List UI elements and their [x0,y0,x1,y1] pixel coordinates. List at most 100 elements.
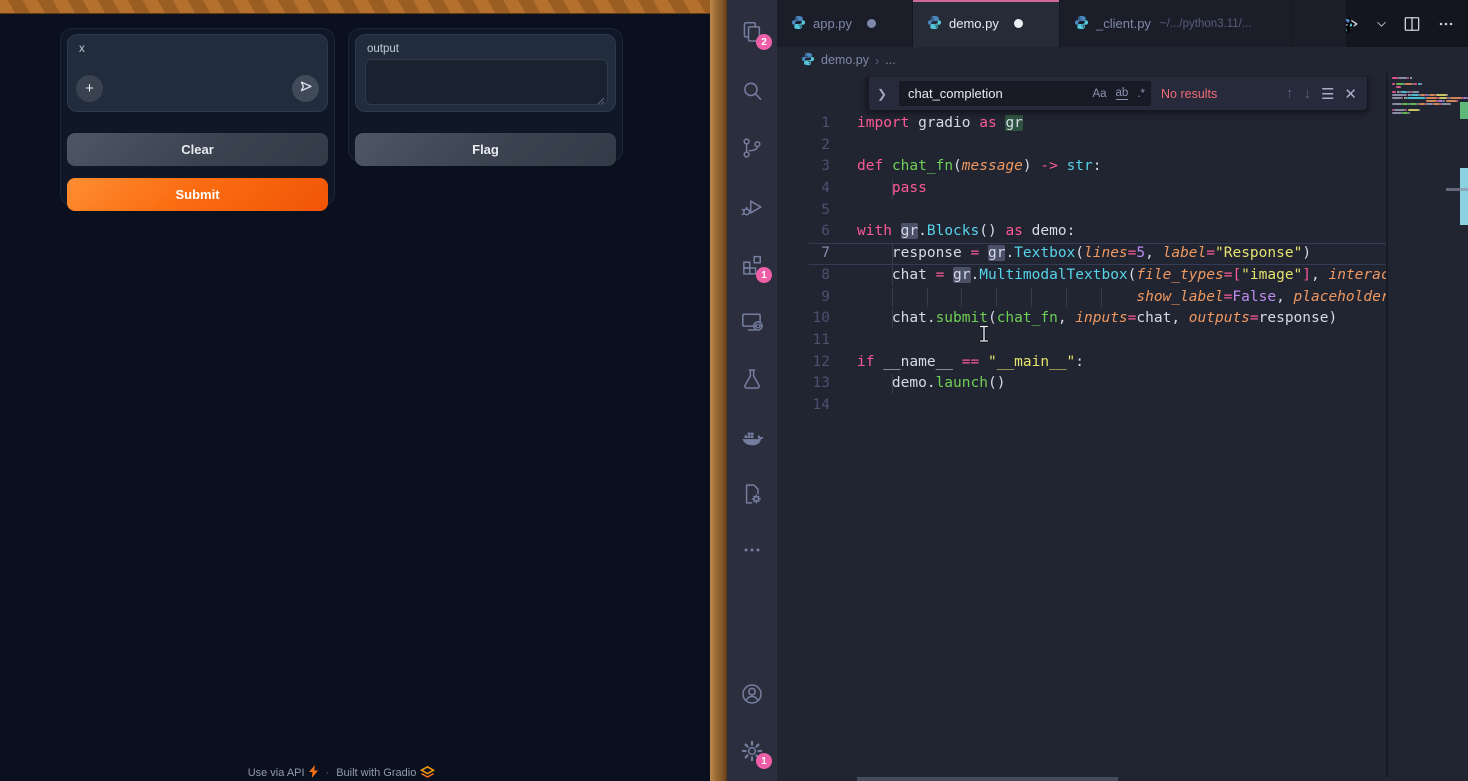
activity-item-search[interactable] [739,78,765,104]
send-button[interactable] [292,75,319,102]
vscode-window: 211 app.py demo.py _client.py~/.../pytho… [727,0,1468,781]
find-input-box: Aa ab .* [899,81,1151,106]
attach-file-button[interactable]: + [76,75,103,102]
previous-match-arrow-icon[interactable]: ↑ [1286,85,1294,102]
input-panel: x + Clear Submit [60,28,335,206]
activity-item-source-control[interactable] [739,135,765,161]
code-line-7: 7 response = gr.Textbox(lines=5, label="… [777,243,1388,265]
code-text: response = gr.Textbox(lines=5, label="Re… [857,243,1311,265]
built-with-gradio-link[interactable]: Built with Gradio [336,766,435,781]
find-in-selection-icon[interactable]: ☰ [1321,85,1334,103]
minimap[interactable] [1390,73,1460,777]
split-editor-button[interactable] [1402,14,1422,34]
line-number: 1 [777,113,830,135]
breadcrumb-file[interactable]: demo.py [821,53,869,67]
overview-ruler [1460,47,1468,781]
output-textarea[interactable] [365,59,608,105]
task-runner-icon [739,481,765,507]
docker-icon [739,424,765,450]
tab-strip: app.py demo.py _client.py~/.../python3.1… [777,0,1292,47]
flag-button[interactable]: Flag [355,133,616,166]
overview-current-line-mark [1446,188,1468,191]
code-line-6: 6with gr.Blocks() as demo: [777,221,1388,243]
run-options-chevron-icon[interactable] [1375,14,1388,34]
activity-item-docker[interactable] [739,424,765,450]
gradio-footer: Use via API · Built with Gradio [60,766,623,780]
code-line-11: 11 [777,330,1388,352]
code-line-8: 8 chat = gr.MultimodalTextbox(file_types… [777,265,1388,287]
code-line-3: 3def chat_fn(message) -> str: [777,156,1388,178]
python-icon [801,52,815,69]
output-label: output [367,43,399,55]
modified-dot-icon[interactable] [1014,19,1023,28]
code-lines: 1import gradio as gr23def chat_fn(messag… [777,113,1388,417]
code-text: import gradio as gr [857,113,1023,135]
code-text: chat = gr.MultimodalTextbox(file_types=[… [857,265,1388,287]
activity-badge: 1 [756,267,772,283]
code-line-10: 10 chat.submit(chat_fn, inputs=chat, out… [777,308,1388,330]
tab-app.py[interactable]: app.py [777,0,913,47]
overview-mark-green [1460,102,1468,119]
mouse-cursor [977,324,991,344]
line-number: 7 [777,243,830,265]
next-match-arrow-icon[interactable]: ↓ [1303,85,1311,102]
python-icon [1346,17,1354,33]
activity-item-run-and-debug[interactable] [739,194,765,220]
code-text: if __name__ == "__main__": [857,352,1084,374]
find-results-label: No results [1161,87,1217,101]
run-and-debug-icon [739,194,765,220]
additional-views-icon [739,537,765,563]
overview-mark-cyan [1460,168,1468,225]
activity-item-testing[interactable] [739,366,765,392]
accounts-icon [739,681,765,707]
source-control-icon [739,135,765,161]
input-label: x [79,43,85,55]
close-find-icon[interactable]: ✕ [1344,85,1357,103]
python-icon [791,15,806,33]
match-case-toggle[interactable]: Aa [1092,88,1106,100]
code-editor[interactable]: 1import gradio as gr23def chat_fn(messag… [777,73,1388,777]
breadcrumb-more[interactable]: ... [885,53,895,67]
whole-word-toggle[interactable]: ab [1116,87,1129,100]
gradio-logo-icon [420,766,435,781]
activity-item-explorer[interactable]: 2 [739,19,765,45]
activity-item-manage[interactable]: 1 [739,738,765,764]
line-number: 8 [777,265,830,287]
tab-label: demo.py [949,16,999,31]
tab-label: app.py [813,16,852,31]
python-icon [927,15,942,33]
code-line-12: 12if __name__ == "__main__": [777,352,1388,374]
activity-item-accounts[interactable] [739,681,765,707]
wallpaper-stripe [0,0,710,14]
code-line-13: 13 demo.launch() [777,373,1388,395]
horizontal-scrollbar[interactable] [857,777,1118,781]
multimodal-textbox-input[interactable]: x + [67,34,328,112]
activity-item-additional-views[interactable] [739,537,765,563]
submit-button[interactable]: Submit [67,178,328,211]
line-number: 11 [777,330,830,352]
activity-item-task-runner[interactable] [739,481,765,507]
api-bolt-icon [309,765,319,781]
gradio-app-window: x + Clear Submit output Flag Use via API… [0,14,710,781]
tab-description: ~/.../python3.11/... [1160,18,1252,30]
tab-_client.py[interactable]: _client.py~/.../python3.11/... [1060,0,1292,47]
line-number: 14 [777,395,830,417]
use-via-api-link[interactable]: Use via API [248,765,319,781]
code-line-14: 14 [777,395,1388,417]
code-line-9: 9 show_label=False, placeholder= [777,287,1388,309]
code-line-5: 5 [777,200,1388,222]
code-text: pass [857,178,927,200]
modified-dot-icon[interactable] [867,19,876,28]
more-actions-button[interactable] [1436,14,1456,34]
resize-handle-icon[interactable] [595,92,605,102]
activity-item-extensions[interactable]: 1 [739,252,765,278]
python-icon [1074,15,1089,33]
activity-item-remote-explorer[interactable] [739,309,765,335]
toggle-replace-chevron-icon[interactable]: ❯ [875,87,889,101]
clear-button[interactable]: Clear [67,133,328,166]
tab-demo.py[interactable]: demo.py [913,0,1060,47]
find-input[interactable] [908,86,1083,101]
line-number: 6 [777,221,830,243]
line-number: 5 [777,200,830,222]
regex-toggle[interactable]: .* [1137,88,1145,100]
